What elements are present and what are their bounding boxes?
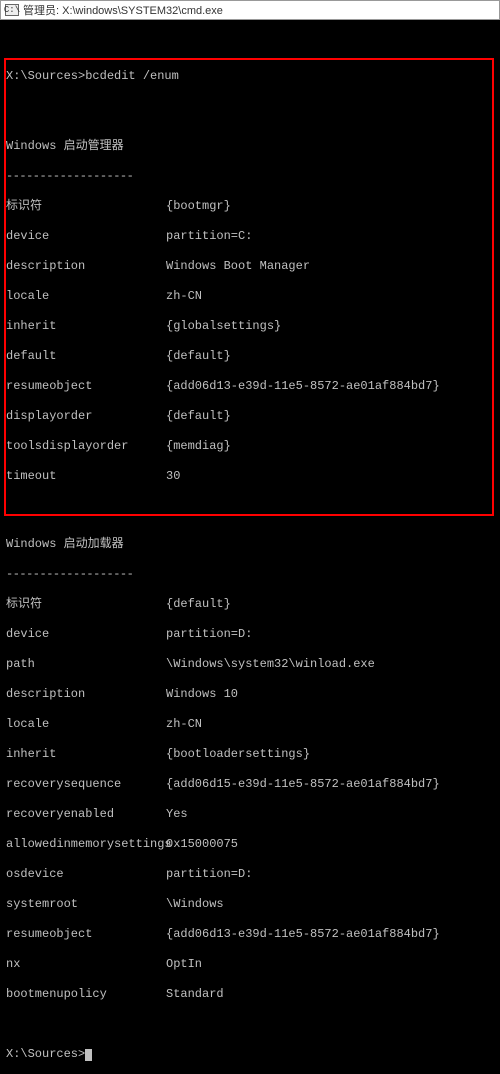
value: partition=D: [166, 627, 252, 642]
window-title-bar: C:\ 管理员: X:\windows\SYSTEM32\cmd.exe [0, 0, 500, 20]
key: recoverysequence [6, 777, 166, 792]
table-row: systemroot\Windows [6, 897, 494, 912]
key: device [6, 229, 166, 244]
key: description [6, 259, 166, 274]
table-row: resumeobject{add06d13-e39d-11e5-8572-ae0… [6, 927, 494, 942]
key: 标识符 [6, 597, 166, 612]
value: {default} [166, 409, 231, 424]
prompt-line[interactable]: X:\Sources> [6, 1047, 494, 1062]
terminal-output[interactable]: X:\Sources>bcdedit /enum Windows 启动管理器 -… [0, 20, 500, 537]
key: resumeobject [6, 379, 166, 394]
value: {add06d13-e39d-11e5-8572-ae01af884bd7} [166, 379, 440, 394]
value: \Windows\system32\winload.exe [166, 657, 375, 672]
command-line: X:\Sources>bcdedit /enum [6, 69, 494, 84]
table-row: devicepartition=D: [6, 627, 494, 642]
table-row: localezh-CN [6, 289, 494, 304]
key: displayorder [6, 409, 166, 424]
cursor-icon [85, 1049, 92, 1061]
key: path [6, 657, 166, 672]
key: default [6, 349, 166, 364]
table-row: displayorder{default} [6, 409, 494, 424]
value: Windows Boot Manager [166, 259, 310, 274]
table-row: descriptionWindows Boot Manager [6, 259, 494, 274]
section-boot-loader-title: Windows 启动加载器 [6, 537, 494, 552]
divider: ------------------- [6, 567, 494, 582]
table-row: default{default} [6, 349, 494, 364]
key: locale [6, 717, 166, 732]
divider: ------------------- [6, 169, 494, 184]
value: {memdiag} [166, 439, 231, 454]
value: OptIn [166, 957, 202, 972]
table-row: timeout30 [6, 469, 494, 484]
value: Yes [166, 807, 188, 822]
window-title: 管理员: X:\windows\SYSTEM32\cmd.exe [23, 2, 223, 18]
key: toolsdisplayorder [6, 439, 166, 454]
key: systemroot [6, 897, 166, 912]
table-row: resumeobject{add06d13-e39d-11e5-8572-ae0… [6, 379, 494, 394]
key: resumeobject [6, 927, 166, 942]
value: {globalsettings} [166, 319, 281, 334]
value: Windows 10 [166, 687, 238, 702]
value: {bootmgr} [166, 199, 231, 214]
value: {add06d15-e39d-11e5-8572-ae01af884bd7} [166, 777, 440, 792]
key: nx [6, 957, 166, 972]
table-row: inherit{bootloadersettings} [6, 747, 494, 762]
key: allowedinmemorysettings [6, 837, 166, 852]
table-row: allowedinmemorysettings0x15000075 [6, 837, 494, 852]
table-row: nxOptIn [6, 957, 494, 972]
table-row: toolsdisplayorder{memdiag} [6, 439, 494, 454]
key: bootmenupolicy [6, 987, 166, 1002]
value: {default} [166, 597, 231, 612]
table-row: recoveryenabledYes [6, 807, 494, 822]
key: locale [6, 289, 166, 304]
section-boot-manager-title: Windows 启动管理器 [6, 139, 494, 154]
table-row: bootmenupolicyStandard [6, 987, 494, 1002]
key: inherit [6, 319, 166, 334]
table-row: inherit{globalsettings} [6, 319, 494, 334]
key: description [6, 687, 166, 702]
value: zh-CN [166, 289, 202, 304]
table-row: recoverysequence{add06d15-e39d-11e5-8572… [6, 777, 494, 792]
table-row: 标识符{default} [6, 597, 494, 612]
value: 0x15000075 [166, 837, 238, 852]
table-row: 标识符{bootmgr} [6, 199, 494, 214]
table-row: osdevicepartition=D: [6, 867, 494, 882]
table-row: devicepartition=C: [6, 229, 494, 244]
table-row: path\Windows\system32\winload.exe [6, 657, 494, 672]
value: {default} [166, 349, 231, 364]
value: partition=C: [166, 229, 252, 244]
value: Standard [166, 987, 224, 1002]
prompt-text: X:\Sources> [6, 1047, 85, 1061]
key: timeout [6, 469, 166, 484]
value: 30 [166, 469, 180, 484]
key: device [6, 627, 166, 642]
key: osdevice [6, 867, 166, 882]
value: \Windows [166, 897, 224, 912]
value: zh-CN [166, 717, 202, 732]
value: {bootloadersettings} [166, 747, 310, 762]
key: 标识符 [6, 199, 166, 214]
key: inherit [6, 747, 166, 762]
cmd-icon: C:\ [5, 4, 19, 16]
table-row: localezh-CN [6, 717, 494, 732]
key: recoveryenabled [6, 807, 166, 822]
value: {add06d13-e39d-11e5-8572-ae01af884bd7} [166, 927, 440, 942]
value: partition=D: [166, 867, 252, 882]
table-row: descriptionWindows 10 [6, 687, 494, 702]
